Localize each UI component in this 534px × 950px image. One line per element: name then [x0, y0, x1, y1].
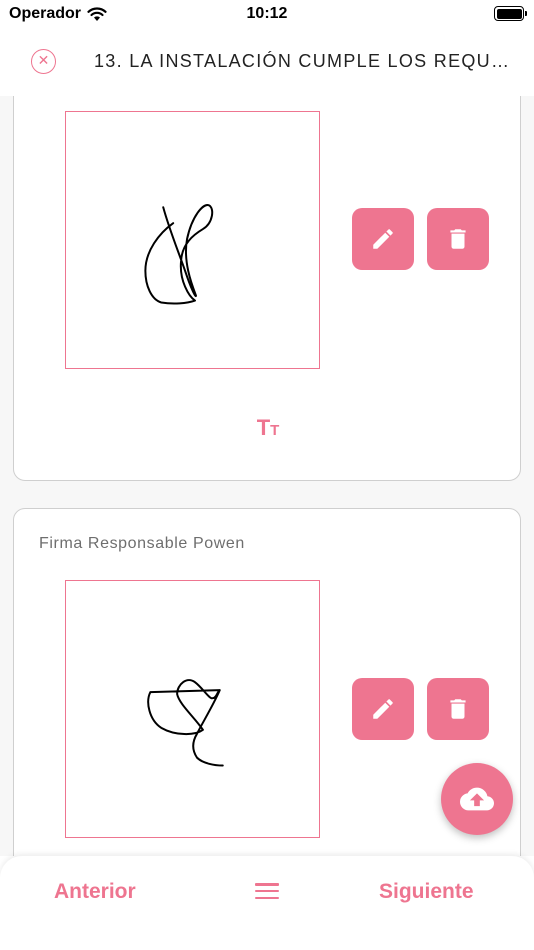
signature-label: Firma Responsable Powen — [39, 535, 245, 552]
signature-card: TT — [13, 96, 521, 481]
edit-button[interactable] — [352, 208, 414, 270]
trash-icon — [450, 229, 466, 249]
delete-button[interactable] — [427, 208, 489, 270]
delete-button[interactable] — [427, 678, 489, 740]
pencil-icon — [373, 699, 393, 719]
bottom-navigation: Anterior Siguiente — [0, 856, 534, 950]
signature-drawing — [144, 204, 214, 305]
page-title: 13. LA INSTALACIÓN CUMPLE LOS REQUISITOS — [94, 51, 514, 71]
hamburger-menu-icon[interactable] — [255, 881, 279, 901]
signature-canvas[interactable] — [65, 111, 320, 369]
pencil-icon — [373, 229, 393, 249]
form-content[interactable]: TT Firma Responsable Powen — [0, 96, 534, 856]
previous-button[interactable]: Anterior — [54, 880, 136, 904]
text-size-icon[interactable]: TT — [253, 409, 283, 439]
close-icon[interactable]: ✕ — [31, 49, 56, 74]
battery-icon — [494, 6, 527, 21]
upload-button[interactable] — [441, 763, 513, 835]
next-button[interactable]: Siguiente — [379, 880, 474, 904]
signature-canvas[interactable] — [65, 580, 320, 838]
header: ✕ 13. LA INSTALACIÓN CUMPLE LOS REQUISIT… — [0, 30, 534, 96]
cloud-upload-icon — [460, 787, 494, 811]
status-time: 10:12 — [246, 5, 288, 22]
trash-icon — [450, 699, 466, 719]
edit-button[interactable] — [352, 678, 414, 740]
signature-drawing — [147, 679, 224, 767]
status-bar: Operador 10:12 — [0, 0, 534, 30]
